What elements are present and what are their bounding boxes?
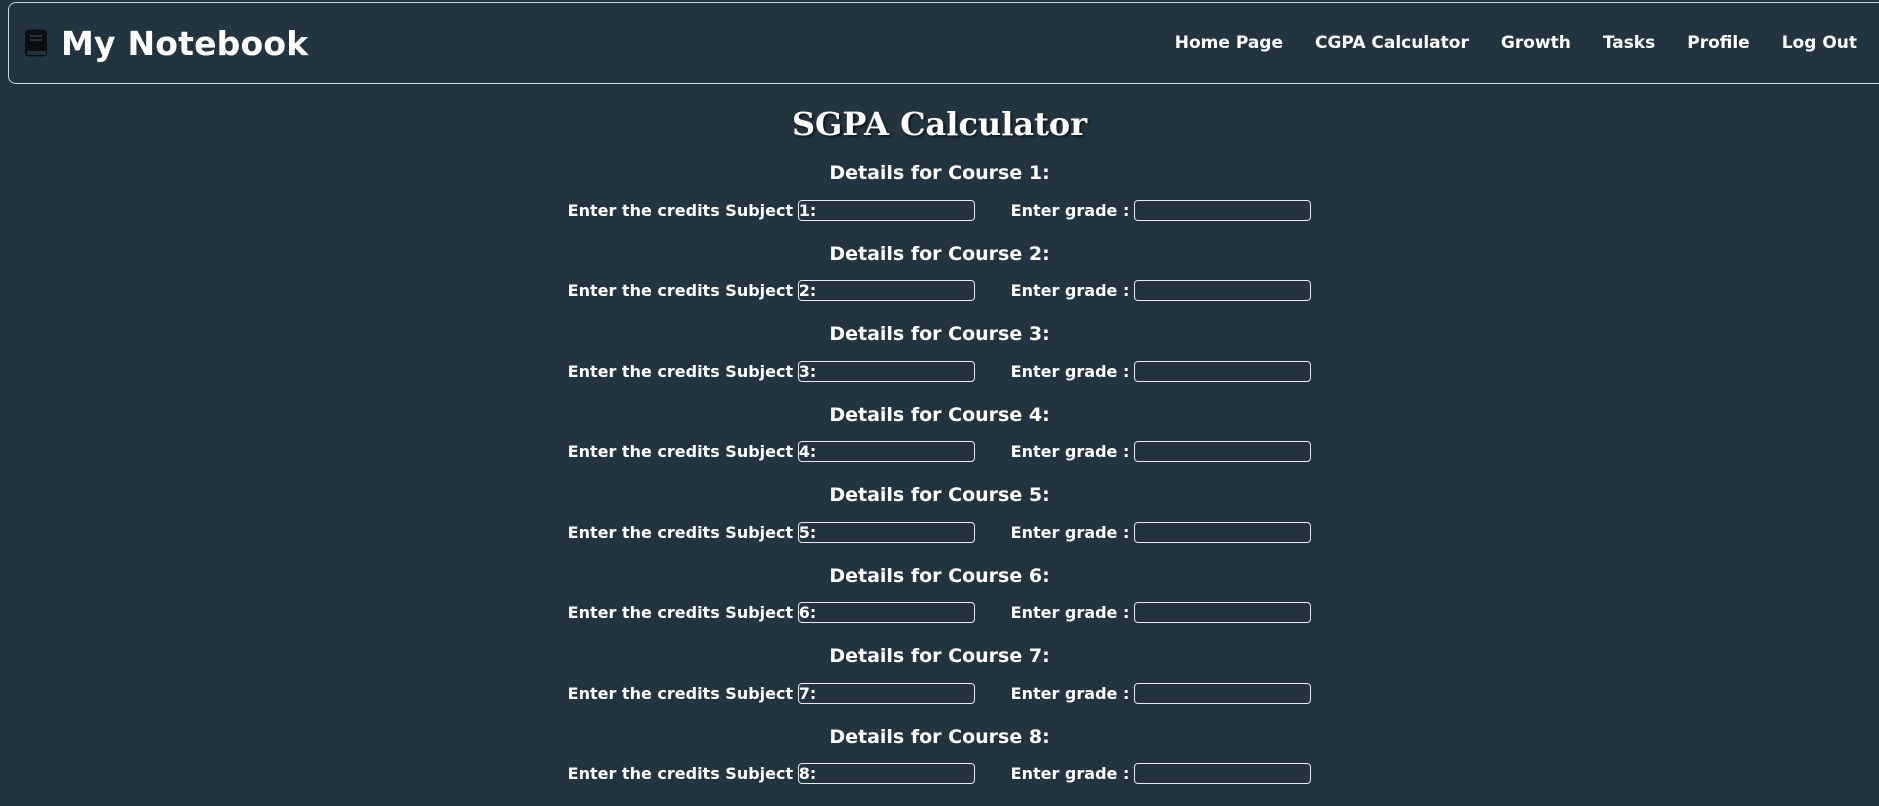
- course-heading: Details for Course 3:: [829, 323, 1050, 345]
- page-title: SGPA Calculator: [791, 105, 1088, 143]
- course-8: Details for Course 8: Enter the credits …: [0, 721, 1879, 802]
- grade-input-subject-7[interactable]: [1134, 682, 1312, 704]
- nav-link-cgpa-calculator[interactable]: CGPA Calculator: [1315, 33, 1469, 53]
- credits-label: Enter the credits Subject 6:: [567, 603, 817, 622]
- grade-input-subject-3[interactable]: [1134, 360, 1312, 382]
- credits-label: Enter the credits Subject 2:: [567, 281, 817, 300]
- credits-input-subject-3[interactable]: [797, 360, 975, 382]
- course-1: Details for Course 1: Enter the credits …: [0, 157, 1879, 238]
- credits-label: Enter the credits Subject 8:: [567, 764, 817, 783]
- course-row: Enter the credits Subject 3: Enter grade…: [0, 350, 1879, 392]
- course-heading: Details for Course 5:: [829, 484, 1050, 506]
- nav-link-tasks[interactable]: Tasks: [1603, 33, 1655, 53]
- nav-links: Home Page CGPA Calculator Growth Tasks P…: [1143, 33, 1857, 53]
- grade-input-subject-5[interactable]: [1134, 521, 1312, 543]
- credits-input-subject-4[interactable]: [797, 441, 975, 462]
- grade-label: Enter grade :: [1010, 442, 1130, 461]
- course-row: Enter the credits Subject 5: Enter grade…: [0, 511, 1879, 553]
- course-row: Enter the credits Subject 6: Enter grade…: [0, 592, 1879, 634]
- brand[interactable]: My Notebook: [24, 24, 308, 63]
- course-3: Details for Course 3: Enter the credits …: [0, 318, 1879, 399]
- course-heading: Details for Course 4:: [829, 403, 1050, 426]
- course-5: Details for Course 5: Enter the credits …: [0, 479, 1879, 560]
- course-heading: Details for Course 7:: [829, 645, 1050, 667]
- top-navbar: My Notebook Home Page CGPA Calculator Gr…: [8, 2, 1879, 84]
- credits-label: Enter the credits Subject 1:: [567, 200, 817, 220]
- grade-label: Enter grade :: [1010, 281, 1130, 300]
- grade-input-subject-4[interactable]: [1134, 441, 1312, 462]
- credits-input-subject-7[interactable]: [797, 682, 975, 704]
- credits-input-subject-2[interactable]: [797, 280, 975, 301]
- credits-input-subject-1[interactable]: [797, 199, 975, 221]
- credits-label: Enter the credits Subject 4:: [567, 442, 817, 461]
- course-row: Enter the credits Subject 1: Enter grade…: [0, 189, 1879, 231]
- credits-input-subject-8[interactable]: [797, 763, 975, 784]
- credits-label: Enter the credits Subject 3:: [567, 361, 817, 381]
- credits-input-subject-6[interactable]: [797, 602, 975, 623]
- course-7: Details for Course 7: Enter the credits …: [0, 640, 1879, 721]
- grade-input-subject-1[interactable]: [1134, 199, 1312, 221]
- grade-input-subject-2[interactable]: [1134, 280, 1312, 301]
- nav-link-home-page[interactable]: Home Page: [1175, 33, 1283, 53]
- course-6: Details for Course 6: Enter the credits …: [0, 560, 1879, 641]
- book-icon: [24, 29, 49, 58]
- grade-label: Enter grade :: [1010, 764, 1130, 783]
- nav-link-profile[interactable]: Profile: [1687, 33, 1749, 53]
- course-4: Details for Course 4: Enter the credits …: [0, 399, 1879, 480]
- grade-label: Enter grade :: [1010, 522, 1130, 542]
- grade-label: Enter grade :: [1010, 361, 1130, 381]
- course-row: Enter the credits Subject 4: Enter grade…: [0, 431, 1879, 473]
- course-heading: Details for Course 6:: [829, 564, 1050, 587]
- credits-label: Enter the credits Subject 5:: [567, 522, 817, 542]
- grade-label: Enter grade :: [1010, 603, 1130, 622]
- main-content: SGPA Calculator Details for Course 1: En…: [0, 84, 1879, 801]
- grade-input-subject-6[interactable]: [1134, 602, 1312, 623]
- course-heading: Details for Course 8:: [829, 725, 1050, 748]
- course-row: Enter the credits Subject 2: Enter grade…: [0, 270, 1879, 312]
- brand-title: My Notebook: [61, 23, 309, 63]
- course-heading: Details for Course 2:: [829, 242, 1050, 265]
- nav-link-log-out[interactable]: Log Out: [1782, 33, 1857, 53]
- course-row: Enter the credits Subject 8: Enter grade…: [0, 753, 1879, 795]
- course-2: Details for Course 2: Enter the credits …: [0, 238, 1879, 319]
- credits-input-subject-5[interactable]: [797, 521, 975, 543]
- course-list: Details for Course 1: Enter the credits …: [0, 157, 1879, 801]
- course-row: Enter the credits Subject 7: Enter grade…: [0, 672, 1879, 714]
- grade-label: Enter grade :: [1010, 683, 1130, 703]
- course-heading: Details for Course 1:: [829, 162, 1050, 184]
- grade-input-subject-8[interactable]: [1134, 763, 1312, 784]
- grade-label: Enter grade :: [1010, 200, 1130, 220]
- credits-label: Enter the credits Subject 7:: [567, 683, 817, 703]
- nav-link-growth[interactable]: Growth: [1501, 33, 1571, 53]
